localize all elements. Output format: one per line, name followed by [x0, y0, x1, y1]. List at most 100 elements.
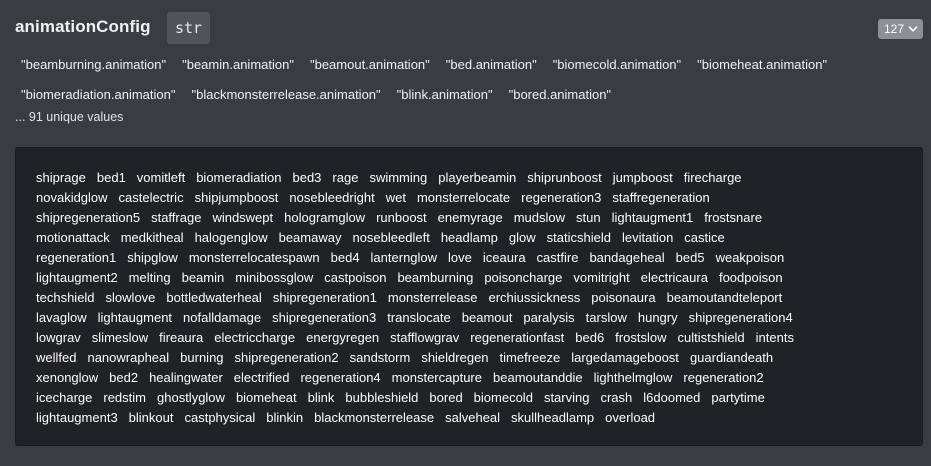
unique-value: nosebleedleft: [352, 230, 430, 245]
unique-value: guardiandeath: [689, 350, 774, 365]
unique-value: lightaugment2: [36, 270, 118, 285]
unique-value: castphysical: [184, 410, 256, 425]
unique-value: poisonaura: [591, 290, 656, 305]
value-tag[interactable]: "biomeradiation.animation": [15, 84, 181, 105]
unique-value: shipregeneration3: [272, 310, 377, 325]
unique-value: shipjumpboost: [194, 190, 279, 205]
unique-value: runboost: [376, 210, 427, 225]
chevron-down-icon: [908, 26, 918, 32]
unique-value: shipregeneration1: [272, 290, 377, 305]
unique-value: medkitheal: [120, 230, 184, 245]
unique-value: poisoncharge: [484, 270, 563, 285]
value-tag[interactable]: "biomecold.animation": [547, 54, 687, 75]
unique-value: healingwater: [149, 370, 223, 385]
unique-value: xenonglow: [36, 370, 99, 385]
unique-value: bed6: [575, 330, 605, 345]
unique-value: biomecold: [473, 390, 533, 405]
value-tag[interactable]: "beamout.animation": [304, 54, 436, 75]
unique-value: vomitleft: [136, 170, 186, 185]
unique-value: staticshield: [546, 230, 611, 245]
value-count-dropdown[interactable]: 127: [877, 19, 923, 39]
unique-value: bed3: [292, 170, 322, 185]
values-line: lightaugment3 blinkout castphysical blinkin…: [36, 408, 908, 428]
unique-value: lanternglow: [370, 250, 438, 265]
unique-value: wellfed: [36, 350, 77, 365]
unique-value: lightaugment1: [611, 210, 694, 225]
type-badge: str: [167, 12, 211, 44]
unique-value: bored: [429, 390, 463, 405]
tag-row: "biomeradiation.animation" "blackmonsterr…: [15, 79, 915, 109]
column-header: animationConfig str 127: [15, 12, 923, 44]
unique-value: bottledwaterheal: [166, 290, 262, 305]
unique-value: starving: [543, 390, 590, 405]
unique-value: skullheadlamp: [511, 410, 595, 425]
unique-value: fireaura: [159, 330, 204, 345]
unique-value: intents: [755, 330, 794, 345]
value-tag[interactable]: "beamburning.animation": [15, 54, 172, 75]
unique-value: lavaglow: [36, 310, 87, 325]
unique-value: redstim: [103, 390, 146, 405]
unique-value: jumpboost: [612, 170, 673, 185]
value-tag[interactable]: "beamin.animation": [176, 54, 300, 75]
unique-value: energyregen: [306, 330, 380, 345]
unique-value: blackmonsterrelease: [314, 410, 435, 425]
unique-value: lighthelmglow: [593, 370, 673, 385]
unique-value: tarslow: [585, 310, 627, 325]
field-name: animationConfig: [15, 17, 151, 36]
unique-value: nanowrapheal: [87, 350, 170, 365]
values-line: xenonglow bed2 healingwater electrified rege…: [36, 368, 908, 388]
value-tag[interactable]: "blackmonsterrelease.animation": [185, 84, 386, 105]
unique-value: shiprunboost: [527, 170, 602, 185]
values-line: shiprage bed1 vomitleft biomeradiation bed3 r…: [36, 168, 908, 188]
unique-value: slimeslow: [91, 330, 149, 345]
unique-value: regeneration2: [683, 370, 764, 385]
unique-value: biomeradiation: [196, 170, 282, 185]
unique-value: lowgrav: [36, 330, 81, 345]
unique-value: burning: [180, 350, 224, 365]
unique-value: beamoutanddie: [493, 370, 583, 385]
value-tag[interactable]: "bored.animation": [503, 84, 617, 105]
values-line: shipregeneration5 staffrage windswept holog…: [36, 208, 908, 228]
unique-value: monstercapture: [391, 370, 482, 385]
values-line: regeneration1 shipglow monsterrelocatespaw…: [36, 248, 908, 268]
values-line: lightaugment2 melting beamin minibossglow ca…: [36, 268, 908, 288]
unique-value: crash: [600, 390, 633, 405]
value-tag[interactable]: "bed.animation": [440, 54, 543, 75]
unique-value: monsterrelease: [387, 290, 478, 305]
unique-value: lightaugment3: [36, 410, 118, 425]
unique-value: vomitright: [573, 270, 630, 285]
unique-value: love: [448, 250, 472, 265]
value-tag[interactable]: "biomeheat.animation": [691, 54, 833, 75]
unique-value: l6doomed: [643, 390, 701, 405]
unique-value: castelectric: [118, 190, 184, 205]
unique-value: blinkout: [128, 410, 174, 425]
value-tag[interactable]: "blink.animation": [391, 84, 499, 105]
unique-value: firecharge: [683, 170, 742, 185]
unique-value: overload: [605, 410, 656, 425]
values-line: motionattack medkitheal halogenglow beamawa…: [36, 228, 908, 248]
unique-value: shiprage: [36, 170, 86, 185]
unique-value: regenerationfast: [470, 330, 565, 345]
unique-value: beamout: [461, 310, 513, 325]
unique-values-note: ... 91 unique values: [15, 110, 124, 124]
unique-value: biomeheat: [235, 390, 297, 405]
unique-value: techshield: [36, 290, 95, 305]
unique-value: shipregeneration2: [234, 350, 339, 365]
unique-value: headlamp: [440, 230, 498, 245]
unique-value: erchiussickness: [488, 290, 581, 305]
unique-value: bubbleshield: [345, 390, 419, 405]
unique-value: wet: [385, 190, 406, 205]
unique-value: halogenglow: [194, 230, 268, 245]
value-count-label: 127: [883, 22, 904, 36]
unique-value: translocate: [387, 310, 451, 325]
unique-value: staffrage: [151, 210, 202, 225]
unique-value: largedamageboost: [571, 350, 679, 365]
unique-value: stafflowgrav: [390, 330, 460, 345]
unique-values-list[interactable]: shiprage bed1 vomitleft biomeradiation bed3 r…: [15, 147, 923, 446]
unique-value: castfire: [536, 250, 579, 265]
unique-value: electricaura: [640, 270, 708, 285]
unique-value: frostsnare: [704, 210, 763, 225]
unique-value: regeneration3: [521, 190, 602, 205]
values-line: icecharge redstim ghostlyglow biomeheat blin…: [36, 388, 908, 408]
unique-value: monsterrelocate: [416, 190, 511, 205]
